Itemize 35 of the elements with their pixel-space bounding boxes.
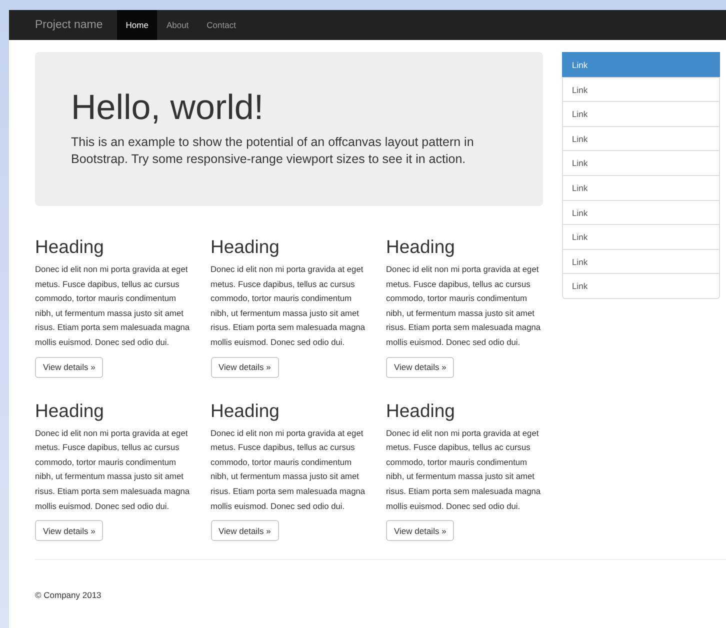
column-heading: Heading bbox=[35, 400, 105, 422]
brand-link[interactable]: Project name bbox=[35, 10, 117, 40]
sidebar-link[interactable]: Link bbox=[562, 101, 720, 127]
sidebar-link[interactable]: Link bbox=[562, 150, 720, 176]
sidebar-link[interactable]: Link bbox=[562, 174, 720, 201]
nav-tab[interactable]: Contact bbox=[198, 10, 245, 40]
view-details-button[interactable]: View details » bbox=[386, 520, 454, 542]
nav-tab[interactable]: Home bbox=[116, 10, 158, 40]
jumbotron-text: This is an example to show the potential of an offcanvas layout pattern in Bootstrap. Try some responsive-range viewport sizes to see it in action. bbox=[71, 134, 475, 168]
column-heading: Heading bbox=[386, 236, 456, 258]
column-text: Donec id elit non mi porta gravida at eget metus. Fusce dapibus, tellus ac cursus commodo, tortor mauris condimentum nibh, ut fermentum massa justo sit amet risus. Etiam porta sem malesuada magna mollis euismod. Donec sed odio dui. bbox=[386, 426, 542, 513]
column-heading: Heading bbox=[35, 236, 105, 258]
view-details-button[interactable]: View details » bbox=[35, 520, 104, 542]
column-text: Donec id elit non mi porta gravida at eget metus. Fusce dapibus, tellus ac cursus commodo, tortor mauris condimentum nibh, ut fermentum massa justo sit amet risus. Etiam porta sem malesuada magna mollis euismod. Donec sed odio dui. bbox=[35, 263, 191, 349]
column-text: Donec id elit non mi porta gravida at eget metus. Fusce dapibus, tellus ac cursus commodo, tortor mauris condimentum nibh, ut fermentum massa justo sit amet risus. Etiam porta sem malesuada magna mollis euismod. Donec sed odio dui. bbox=[35, 426, 191, 513]
view-details-button[interactable]: View details » bbox=[35, 356, 104, 378]
sidebar-link[interactable]: Link bbox=[562, 200, 720, 226]
column-text: Donec id elit non mi porta gravida at eget metus. Fusce dapibus, tellus ac cursus commodo, tortor mauris condimentum nibh, ut fermentum massa justo sit amet risus. Etiam porta sem malesuada magna mollis euismod. Donec sed odio dui. bbox=[210, 426, 366, 513]
view-details-button[interactable]: View details » bbox=[210, 356, 279, 378]
nav-tab[interactable]: About bbox=[157, 10, 198, 40]
sidebar-link[interactable]: Link bbox=[562, 126, 720, 152]
footer-text: © Company 2013 bbox=[35, 590, 102, 600]
column-heading: Heading bbox=[210, 236, 280, 258]
sidebar-link[interactable]: Link bbox=[562, 248, 720, 274]
view-details-button[interactable]: View details » bbox=[210, 520, 279, 542]
column-text: Donec id elit non mi porta gravida at eget metus. Fusce dapibus, tellus ac cursus commodo, tortor mauris condimentum nibh, ut fermentum massa justo sit amet risus. Etiam porta sem malesuada magna mollis euismod. Donec sed odio dui. bbox=[210, 263, 366, 349]
sidebar-link[interactable]: Link bbox=[562, 52, 720, 78]
jumbotron-title: Hello, world! bbox=[71, 88, 265, 128]
sidebar-link[interactable]: Link bbox=[562, 76, 720, 102]
column-text: Donec id elit non mi porta gravida at eget metus. Fusce dapibus, tellus ac cursus commodo, tortor mauris condimentum nibh, ut fermentum massa justo sit amet risus. Etiam porta sem malesuada magna mollis euismod. Donec sed odio dui. bbox=[386, 263, 542, 349]
sidebar-link[interactable]: Link bbox=[562, 224, 720, 250]
column-heading: Heading bbox=[210, 400, 280, 422]
column-heading: Heading bbox=[386, 400, 456, 422]
view-details-button[interactable]: View details » bbox=[386, 356, 454, 378]
sidebar-link[interactable]: Link bbox=[562, 273, 720, 299]
